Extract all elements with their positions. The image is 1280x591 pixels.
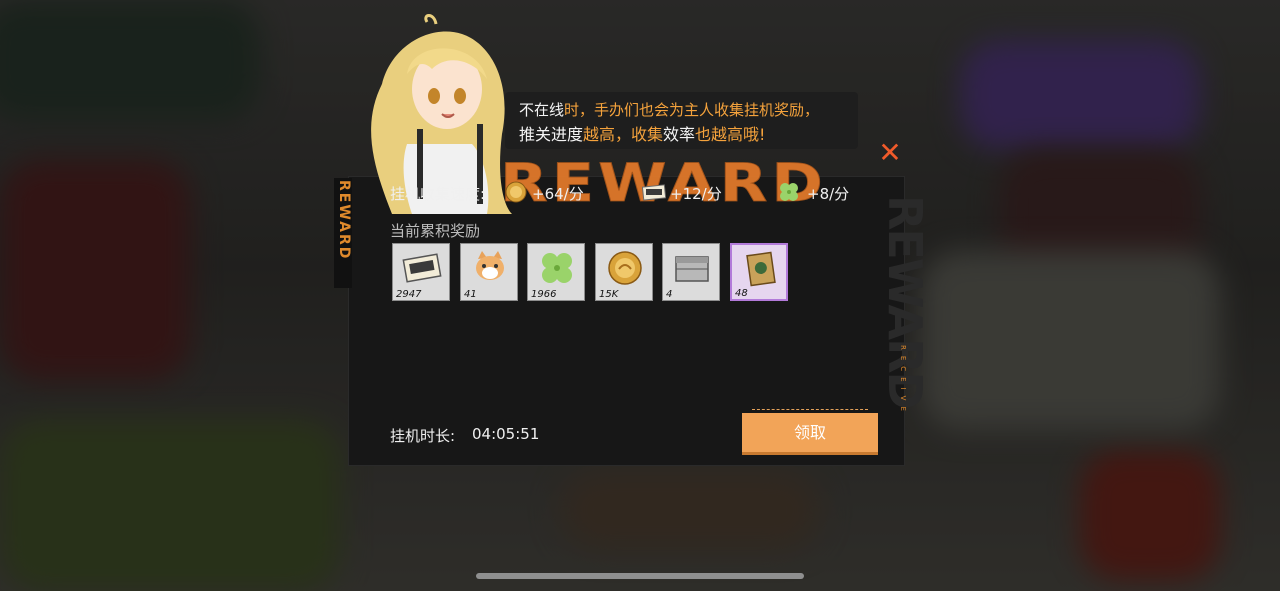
reward-slot-cat[interactable]: 41 [460,243,518,301]
item-count: 2947 [396,289,422,300]
cat-icon [476,251,504,280]
bubble-text: 效率 [663,125,696,144]
item-count: 41 [464,289,477,300]
reward-slot-crate[interactable]: 4 [662,243,720,301]
ticket-icon [642,184,666,201]
reward-slot-card-pack[interactable]: 48 [730,243,788,301]
accumulated-title: 当前累积奖励 [390,222,481,240]
duration-value: 04:05:51 [472,425,540,443]
button-decoration [752,409,868,412]
receive-label: RECEIVE [899,345,907,417]
rate-clover: +8/分 [807,185,850,203]
ticket-icon [402,253,442,283]
item-count: 15K [599,289,619,300]
reward-slot-ticket[interactable]: 2947 [392,243,450,301]
close-icon: ✕ [878,136,902,169]
close-button[interactable]: ✕ [878,139,902,167]
rate-label: 挂机收集速度: [390,185,486,203]
rate-ticket: +12/分 [670,185,722,203]
gold-coin-icon [505,181,527,203]
claim-button[interactable]: 领取 [742,413,878,455]
home-indicator[interactable] [476,573,804,579]
bubble-text-highlight: 时，手办们也会为主人收集挂机奖励， [564,101,820,119]
card-pack-icon [746,251,776,287]
crate-icon [675,256,709,282]
bubble-line-2: 推关进度越高，收集效率也越高哦! [519,121,765,145]
item-count: 4 [666,289,673,300]
bubble-text-highlight: 越高，收集 [583,125,664,144]
bubble-line-1: 不在线时，手办们也会为主人收集挂机奖励， [519,99,819,120]
speech-bubble: 不在线时，手办们也会为主人收集挂机奖励， 推关进度越高，收集效率也越高哦! [505,92,858,149]
rate-gold: +64/分 [532,185,584,203]
item-count: 1966 [531,289,557,300]
bubble-text-highlight: 也越高哦! [695,125,766,144]
reward-slot-clover[interactable]: 1966 [527,243,585,301]
side-reward-label: REWARD [336,180,352,261]
bubble-text: 不在线 [519,101,565,119]
clover-icon [542,253,572,283]
duration-label: 挂机时长: [390,427,456,445]
reward-slot-gold[interactable]: 15K [595,243,653,301]
bubble-text: 推关进度 [519,125,584,144]
item-count: 48 [735,288,748,299]
gold-coin-icon [608,251,642,285]
clover-icon [780,183,798,201]
